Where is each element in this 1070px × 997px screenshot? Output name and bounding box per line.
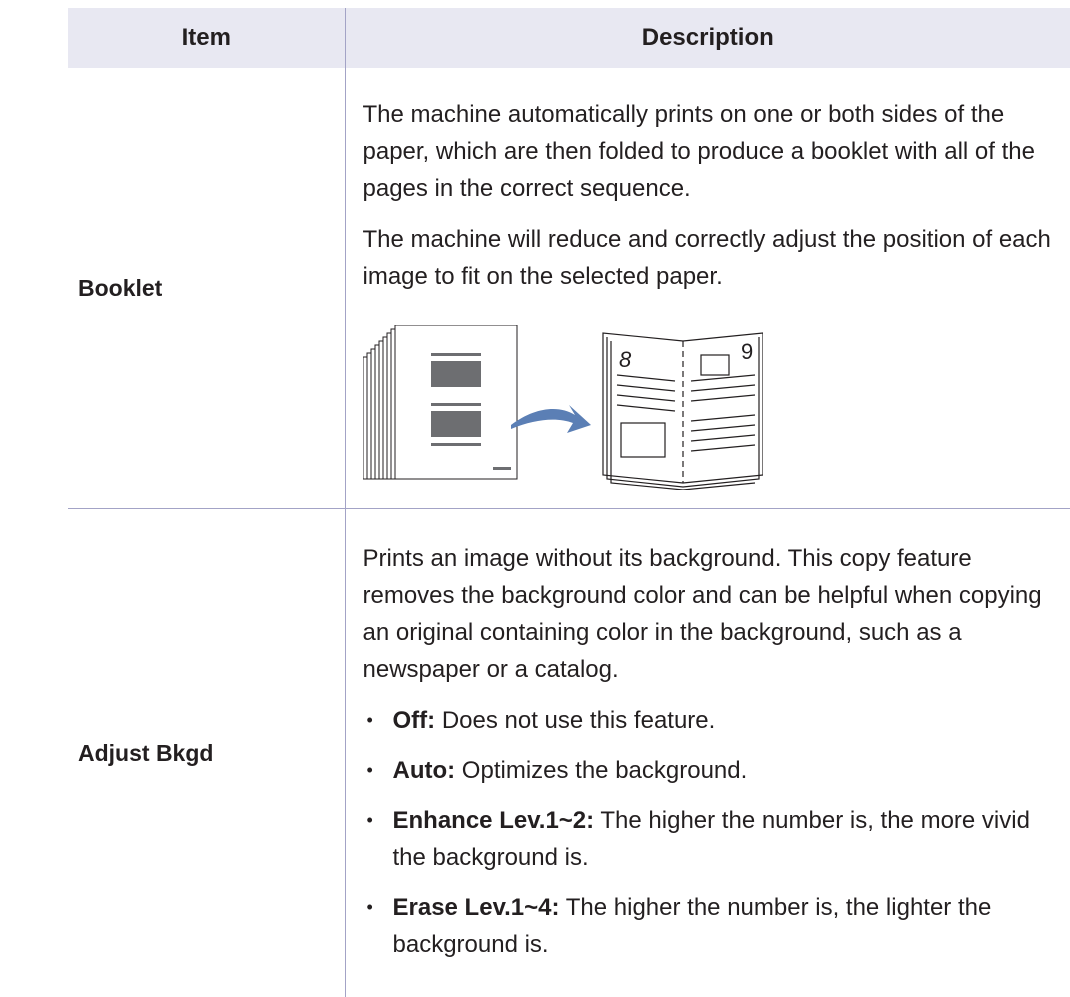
adjust-bkgd-options: • Off: Does not use this feature. • Auto: … [363,702,1061,963]
booklet-paragraph-2: The machine will reduce and correctly ad… [362,226,1051,290]
options-table: Item Description Booklet The machine aut… [68,8,1070,997]
option-text: Does not use this feature. [435,707,716,734]
left-page-number: 8 [619,347,632,372]
description-booklet: The machine automatically prints on one … [344,68,1070,509]
header-item: Item [68,8,345,68]
option-text: Optimizes the background. [455,757,748,784]
item-booklet: Booklet [68,68,345,509]
description-adjust-bkgd: Prints an image without its background. … [344,508,1070,997]
right-page-number: 9 [741,339,753,364]
item-adjust-bkgd: Adjust Bkgd [78,739,214,766]
option-term: Off: [392,707,436,734]
option-term: Erase Lev.1~4: [392,894,560,921]
table-row-booklet: Booklet The machine automatically prints… [68,68,1070,509]
option-off: • Off: Does not use this feature. [366,707,716,734]
booklet-illustration: 8 9 [362,325,763,490]
table-row-adjust-bkgd: Adjust Bkgd Prints an image without its … [68,508,1070,997]
option-erase: • Erase Lev.1~4: The higher the number is… [366,894,992,958]
arrow-icon [510,405,591,433]
booklet-paragraph-1: The machine automatically prints on one … [362,101,1035,202]
option-auto: • Auto: Optimizes the background. [366,757,748,784]
option-enhance: • Enhance Lev.1~2: The higher the number … [366,807,1030,871]
option-term: Auto: [392,757,456,784]
header-description: Description [344,8,1070,68]
option-term: Enhance Lev.1~2: [392,807,595,834]
table-header-row: Item Description [68,8,1070,68]
stacked-pages-icon [362,325,517,480]
adjust-bkgd-intro: Prints an image without its background. … [362,545,1042,683]
